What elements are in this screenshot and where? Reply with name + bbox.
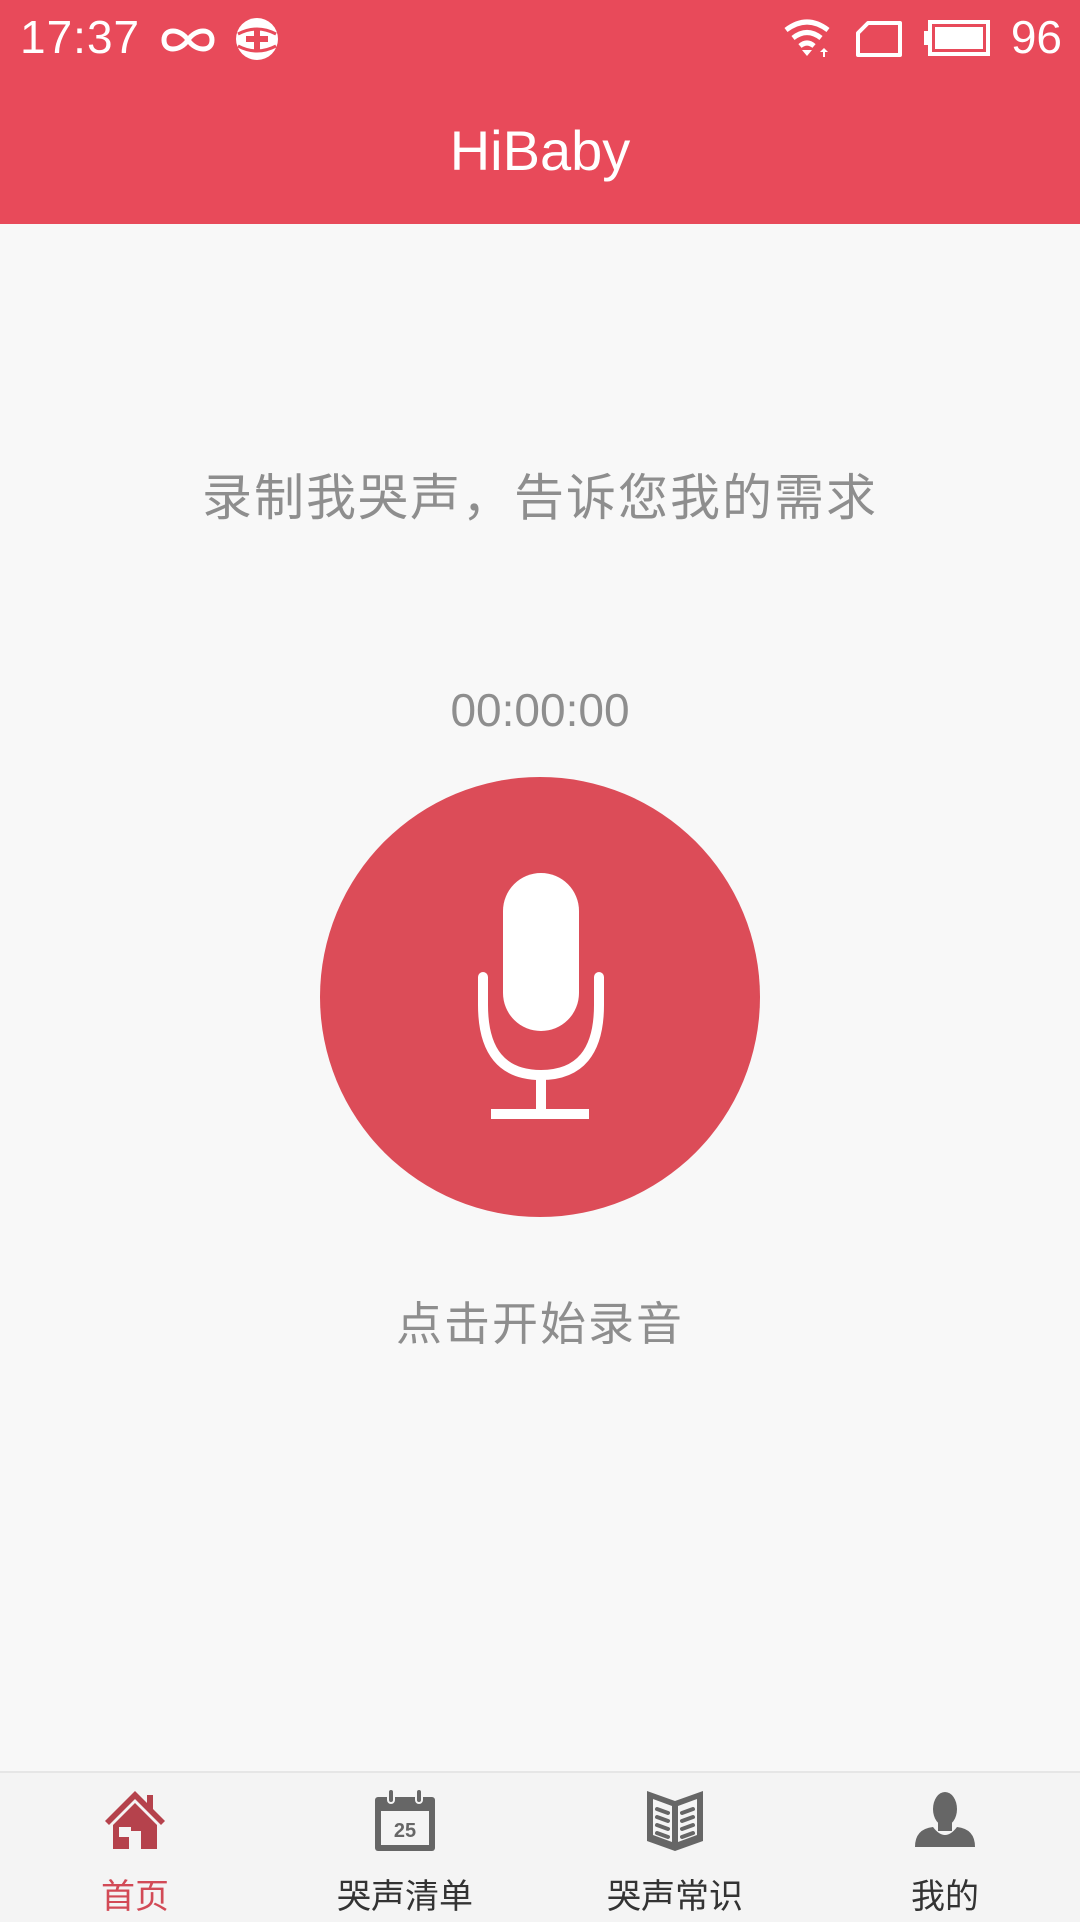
record-button[interactable] — [320, 777, 760, 1217]
status-bar: 17:37 96 — [0, 0, 1080, 80]
nav-item-home[interactable]: 首页 — [0, 1773, 270, 1922]
status-time: 17:37 — [20, 11, 141, 63]
recording-timer: 00:00:00 — [450, 684, 630, 736]
nav-item-profile[interactable]: 我的 — [810, 1773, 1080, 1922]
home-icon — [105, 1791, 165, 1849]
user-icon — [915, 1792, 975, 1847]
nav-label-profile: 我的 — [911, 1877, 979, 1917]
microphone-icon — [478, 873, 604, 1119]
book-icon — [647, 1791, 703, 1851]
battery-level: 96 — [1010, 11, 1062, 63]
infinity-icon — [158, 22, 218, 62]
app-title: HiBaby — [449, 119, 631, 182]
nav-label-home: 首页 — [101, 1877, 169, 1917]
app-bar: HiBaby — [0, 80, 1080, 224]
nav-label-cry-knowledge: 哭声常识 — [607, 1877, 743, 1917]
health-plus-icon — [232, 14, 282, 68]
nav-label-cry-list: 哭声清单 — [337, 1877, 473, 1917]
record-prompt: 录制我哭声，告诉您我的需求 — [202, 469, 878, 527]
record-hint: 点击开始录音 — [396, 1297, 684, 1351]
nav-item-cry-knowledge[interactable]: 哭声常识 — [540, 1773, 810, 1922]
nav-item-cry-list[interactable]: 25 哭声清单 — [270, 1773, 540, 1922]
calendar-icon: 25 — [375, 1788, 435, 1851]
sim-card-icon — [854, 20, 904, 62]
wifi-icon — [782, 18, 832, 62]
battery-icon — [924, 20, 990, 60]
bottom-nav: 首页 25 哭声清单 哭声常识 我的 — [0, 1771, 1080, 1922]
calendar-day: 25 — [394, 1820, 416, 1842]
